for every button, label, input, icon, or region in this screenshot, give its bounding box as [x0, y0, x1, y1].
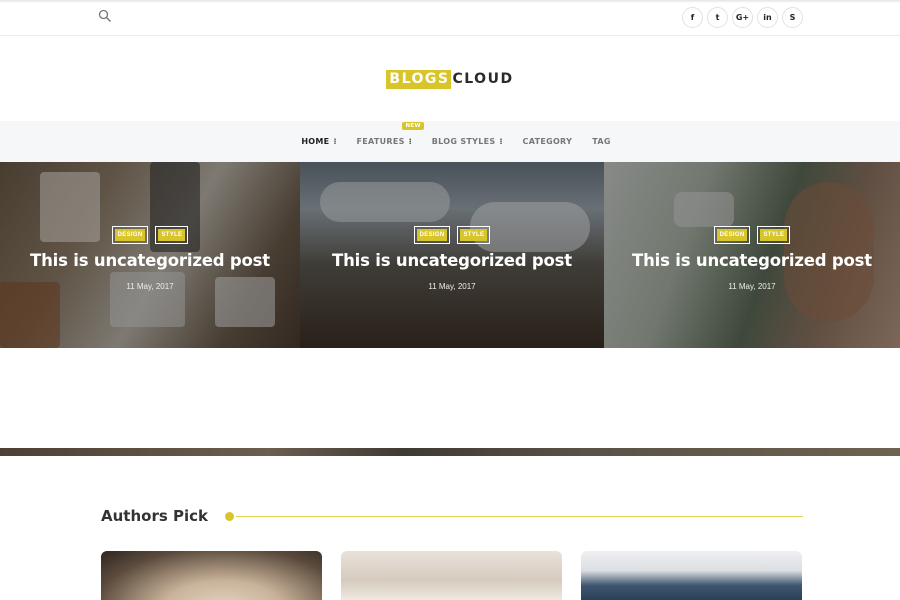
section-divider	[236, 515, 803, 517]
nav-item-category[interactable]: CATEGORY	[513, 137, 583, 146]
authors-pick-cards	[101, 551, 802, 600]
dropdown-dots-icon: ⁝	[408, 137, 412, 146]
post-title[interactable]: This is uncategorized post	[0, 251, 300, 270]
top-bar: f t G+ in S	[0, 0, 900, 36]
new-badge: NEW	[402, 122, 424, 130]
nav-item-features[interactable]: NEW FEATURES ⁝	[346, 122, 424, 146]
post-date: 11 May, 2017	[728, 282, 776, 291]
nav-item-label: CATEGORY	[522, 137, 573, 146]
post-title[interactable]: This is uncategorized post	[604, 251, 900, 270]
logo-part-b: CLOUD	[452, 70, 514, 87]
post-title[interactable]: This is uncategorized post	[300, 251, 604, 270]
post-date: 11 May, 2017	[126, 282, 174, 291]
slide-card[interactable]: DESIGN STYLE This is uncategorized post …	[0, 162, 300, 348]
logo-part-a: BLOGS	[386, 69, 452, 89]
slide-card[interactable]: DESIGN STYLE This is uncategorized post …	[300, 162, 604, 348]
nav-item-blog-styles[interactable]: BLOG STYLES ⁝	[422, 137, 513, 146]
section-title: Authors Pick	[101, 507, 208, 525]
author-pick-card[interactable]	[341, 551, 562, 600]
authors-pick-header: Authors Pick	[101, 506, 803, 526]
skype-icon[interactable]: S	[782, 7, 803, 28]
tag-style[interactable]: STYLE	[457, 226, 491, 244]
dropdown-dots-icon: ⁝	[333, 137, 337, 146]
author-pick-card[interactable]	[581, 551, 802, 600]
logo-area: BLOGS CLOUD	[0, 37, 900, 121]
dropdown-dots-icon: ⁝	[499, 137, 503, 146]
image-strip	[0, 448, 900, 456]
slide-card[interactable]: DESIGN STYLE This is uncategorized post …	[604, 162, 900, 348]
main-nav: HOME ⁝ NEW FEATURES ⁝ BLOG STYLES ⁝ CATEGOR…	[0, 121, 900, 162]
featured-slider: DESIGN STYLE This is uncategorized post …	[0, 162, 900, 348]
tag-style[interactable]: STYLE	[155, 226, 189, 244]
google-plus-icon[interactable]: G+	[732, 7, 753, 28]
nav-item-label: BLOG STYLES	[431, 137, 496, 146]
tag-design[interactable]: DESIGN	[713, 226, 751, 244]
nav-item-label: FEATURES	[356, 137, 405, 146]
tag-design[interactable]: DESIGN	[111, 226, 149, 244]
facebook-icon[interactable]: f	[682, 7, 703, 28]
author-pick-card[interactable]	[101, 551, 322, 600]
section-dot	[225, 511, 234, 521]
search-icon[interactable]	[98, 9, 114, 25]
linkedin-icon[interactable]: in	[757, 7, 778, 28]
nav-item-tag[interactable]: TAG	[582, 137, 621, 146]
tag-design[interactable]: DESIGN	[413, 226, 451, 244]
slide-content: DESIGN STYLE This is uncategorized post …	[604, 226, 900, 291]
social-links: f t G+ in S	[682, 7, 803, 28]
post-date: 11 May, 2017	[428, 282, 476, 291]
nav-item-label: TAG	[592, 137, 611, 146]
nav-item-label: HOME	[301, 137, 330, 146]
tag-style[interactable]: STYLE	[757, 226, 791, 244]
slide-content: DESIGN STYLE This is uncategorized post …	[300, 226, 604, 291]
nav-item-home[interactable]: HOME ⁝	[291, 137, 346, 146]
slide-content: DESIGN STYLE This is uncategorized post …	[0, 226, 300, 291]
site-logo[interactable]: BLOGS CLOUD	[386, 69, 514, 89]
twitter-icon[interactable]: t	[707, 7, 728, 28]
